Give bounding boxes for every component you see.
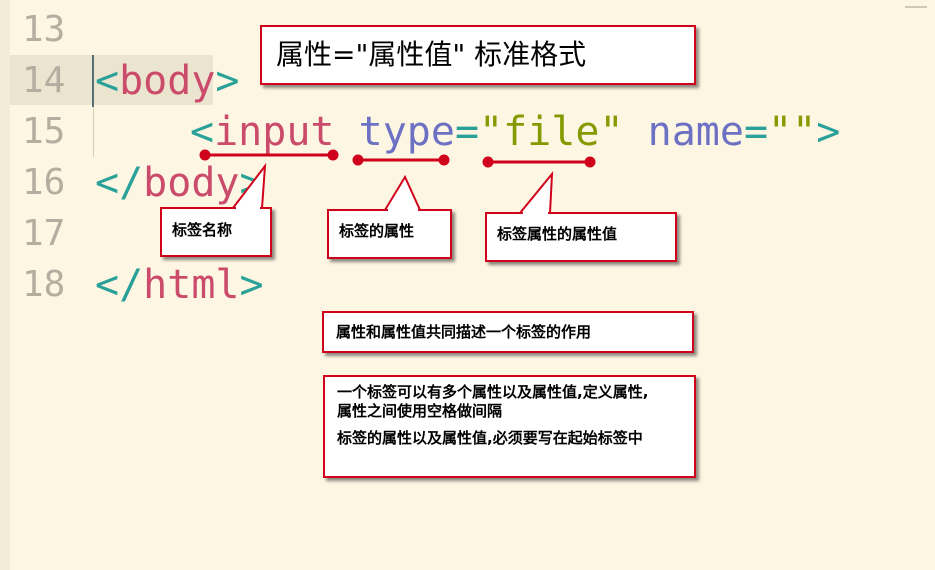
describe-callout: 属性和属性值共同描述一个标签的作用 bbox=[322, 311, 694, 353]
multi-attr-callout: 一个标签可以有多个属性以及属性值,定义属性, 属性之间使用空格做间隔 标签的属性… bbox=[323, 375, 696, 478]
describe-callout-text: 属性和属性值共同描述一个标签的作用 bbox=[336, 323, 592, 341]
multi-attr-line2: 属性之间使用空格做间隔 bbox=[337, 402, 503, 420]
multi-attr-line3: 标签的属性以及属性值,必须要写在起始标签中 bbox=[337, 429, 643, 447]
pointer-joins bbox=[236, 207, 548, 216]
multi-attr-line1: 一个标签可以有多个属性以及属性值,定义属性, bbox=[337, 383, 649, 401]
